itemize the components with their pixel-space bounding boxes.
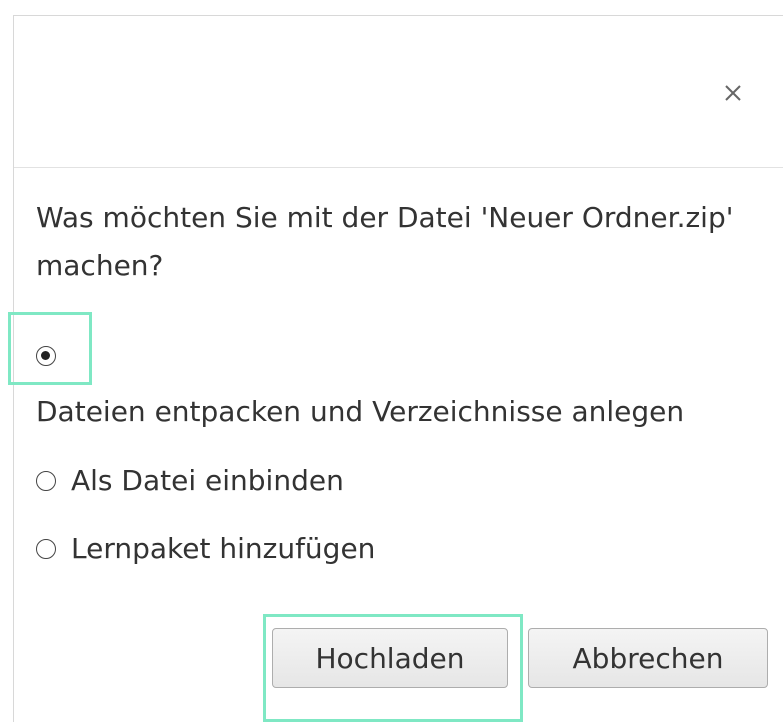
dialog-question: Was möchten Sie mit der Datei 'Neuer Ord… [36,201,734,282]
close-button[interactable] [718,78,748,108]
upload-button[interactable]: Hochladen [272,628,508,688]
option-label-add-learning-package: Lernpaket hinzufügen [71,532,376,565]
cancel-button[interactable]: Abbrechen [528,628,768,688]
radio-add-learning-package[interactable] [36,539,56,559]
radio-extract-files[interactable] [36,346,56,366]
radio-embed-as-file[interactable] [36,471,56,491]
option-label-embed-as-file: Als Datei einbinden [71,464,344,497]
option-label-extract-files: Dateien entpacken und Verzeichnisse anle… [36,395,685,428]
close-icon [725,85,741,101]
upload-dialog: Was möchten Sie mit der Datei 'Neuer Ord… [13,15,783,722]
dialog-header [14,16,783,168]
